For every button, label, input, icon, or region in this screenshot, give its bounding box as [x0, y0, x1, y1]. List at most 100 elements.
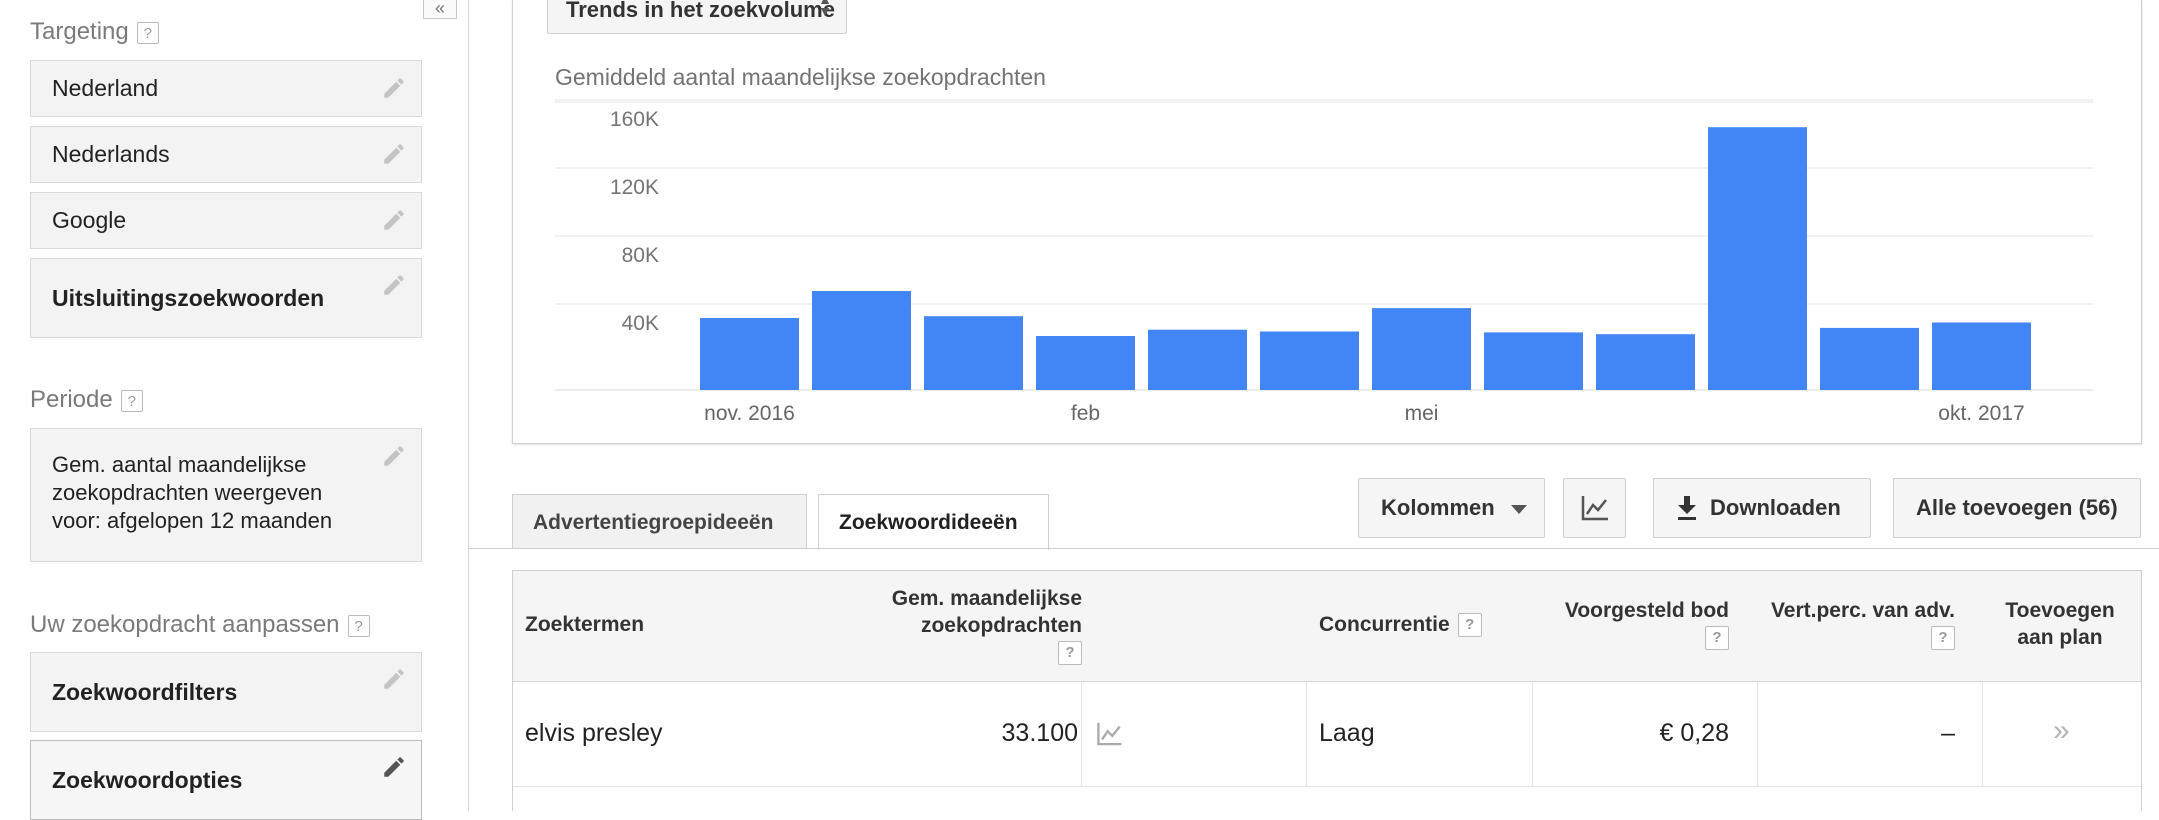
negative-keywords-label: Uitsluitingszoekwoorden	[52, 285, 325, 311]
trend-metric-select[interactable]: Trends in het zoekvolume ▲▼	[547, 0, 847, 34]
tab-adgroup-ideas[interactable]: Advertentiegroepideeën	[512, 494, 807, 548]
column-divider	[1982, 682, 1983, 786]
y-tick-label: 80K	[622, 244, 659, 267]
add-all-button[interactable]: Alle toevoegen (56)	[1893, 478, 2141, 538]
column-divider	[1757, 682, 1758, 786]
impression-share: –	[1941, 719, 1955, 747]
trend-metric-label: Trends in het zoekvolume	[566, 0, 835, 22]
chart-toggle-button[interactable]	[1563, 478, 1626, 538]
bar-chart: 40K 80K 120K 160K nov. 2016 feb mei okt. 2017	[555, 99, 2093, 425]
pencil-icon[interactable]	[381, 141, 407, 167]
tab-divider	[469, 548, 2159, 549]
periode-line: zoekopdrachten weergeven	[52, 480, 323, 505]
bar	[1148, 329, 1247, 390]
main-panel: Gemiddeld aantal maandelijkse zoekopdrac…	[469, 0, 2159, 811]
add-all-label: Alle toevoegen (56)	[1916, 495, 2118, 520]
tab-label: Zoekwoordideeën	[839, 511, 1018, 534]
header-impression-share[interactable]: Vert.perc. van adv. ?	[1715, 597, 1955, 651]
columns-label: Kolommen	[1381, 495, 1495, 520]
help-icon[interactable]: ?	[1931, 626, 1955, 651]
header-line: Gem. maandelijkse	[891, 587, 1082, 610]
bar	[812, 291, 911, 390]
header-avg-monthly[interactable]: Gem. maandelijkse zoekopdrachten ?	[822, 585, 1082, 666]
bar	[924, 316, 1023, 390]
pencil-icon[interactable]	[381, 666, 407, 692]
avg-monthly-searches: 33.100	[1001, 719, 1078, 747]
help-icon[interactable]: ?	[120, 389, 143, 412]
periode-setting[interactable]: Gem. aantal maandelijkse zoekopdrachten …	[30, 428, 422, 562]
double-chevron-left-icon: «	[434, 0, 445, 18]
sort-arrows-icon: ▲▼	[818, 0, 832, 19]
column-divider	[1081, 682, 1082, 786]
periode-line: Gem. aantal maandelijkse	[52, 452, 307, 477]
header-add-to-plan[interactable]: Toevoegen aan plan	[1977, 597, 2143, 651]
line-chart-icon	[1581, 496, 1608, 521]
periode-line: voor: afgelopen 12 maanden	[52, 508, 333, 533]
header-competition[interactable]: Concurrentie?	[1319, 611, 1482, 638]
aanpassen-title-label: Uw zoekopdracht aanpassen	[30, 611, 340, 638]
header-search-terms[interactable]: Zoektermen	[525, 611, 644, 638]
y-tick-label: 120K	[610, 176, 659, 199]
help-icon[interactable]: ?	[1457, 613, 1482, 638]
targeting-location[interactable]: Nederland	[30, 60, 422, 117]
targeting-title: Targeting?	[30, 18, 159, 46]
tab-label: Advertentiegroepideeën	[533, 511, 774, 534]
bar	[1708, 127, 1807, 390]
bar	[1596, 334, 1695, 390]
caret-down-icon	[1511, 505, 1527, 514]
keyword-filters-label: Zoekwoordfilters	[52, 679, 238, 705]
bar	[1932, 322, 2031, 390]
bar	[1484, 332, 1583, 390]
table-header: Zoektermen Gem. maandelijkse zoekopdrach…	[513, 571, 2141, 682]
keyword-filters[interactable]: Zoekwoordfilters	[30, 652, 422, 732]
help-icon[interactable]: ?	[136, 21, 159, 44]
bar	[1372, 308, 1471, 390]
keyword-term: elvis presley	[525, 719, 663, 747]
x-tick-label: nov. 2016	[704, 402, 795, 425]
download-icon	[1678, 496, 1696, 520]
header-line: zoekopdrachten	[920, 614, 1082, 637]
suggested-bid: € 0,28	[1659, 719, 1729, 747]
periode-description: Gem. aantal maandelijkse zoekopdrachten …	[52, 451, 332, 535]
add-to-plan-icon[interactable]: »	[2053, 714, 2070, 748]
keyword-table: Zoektermen Gem. maandelijkse zoekopdrach…	[512, 570, 2142, 811]
pencil-icon[interactable]	[381, 75, 407, 101]
help-icon[interactable]: ?	[1058, 641, 1082, 666]
bar	[1036, 336, 1135, 390]
header-suggested-bid[interactable]: Voorgesteld bod ?	[1489, 597, 1729, 651]
collapse-sidebar-button[interactable]: «	[423, 0, 457, 19]
x-tick-label: okt. 2017	[1938, 402, 2024, 425]
pencil-icon[interactable]	[381, 207, 407, 233]
targeting-network[interactable]: Google	[30, 192, 422, 249]
chart-card: Gemiddeld aantal maandelijkse zoekopdrac…	[512, 0, 2142, 444]
periode-title-label: Periode	[30, 386, 113, 413]
competition-value: Laag	[1319, 719, 1375, 747]
tab-keyword-ideas[interactable]: Zoekwoordideeën	[818, 494, 1049, 550]
column-divider	[1532, 682, 1533, 786]
header-line: Vert.perc. van adv.	[1770, 599, 1955, 622]
pencil-icon[interactable]	[381, 443, 407, 469]
download-button[interactable]: Downloaden	[1653, 478, 1871, 538]
targeting-title-label: Targeting	[30, 18, 129, 45]
bar	[700, 318, 799, 390]
targeting-language[interactable]: Nederlands	[30, 126, 422, 183]
sidebar: « Targeting? Nederland Nederlands Google…	[0, 0, 469, 820]
aanpassen-title: Uw zoekopdracht aanpassen?	[30, 611, 370, 639]
trend-chart-icon[interactable]	[1096, 722, 1123, 746]
pencil-icon[interactable]	[381, 272, 407, 298]
help-icon[interactable]: ?	[347, 614, 370, 637]
column-divider	[1306, 682, 1307, 786]
periode-title: Periode?	[30, 386, 143, 414]
keyword-options[interactable]: Zoekwoordopties	[30, 740, 422, 820]
header-line: Toevoegen	[2005, 599, 2115, 622]
pencil-icon[interactable]	[381, 754, 407, 780]
x-tick-label: mei	[1405, 402, 1439, 425]
negative-keywords[interactable]: Uitsluitingszoekwoorden	[30, 258, 422, 338]
y-tick-label: 160K	[610, 108, 659, 131]
bar	[1820, 327, 1919, 390]
targeting-language-label: Nederlands	[52, 141, 170, 167]
columns-button[interactable]: Kolommen	[1358, 478, 1545, 538]
header-line: Concurrentie	[1319, 613, 1450, 636]
header-line: Voorgesteld bod	[1564, 599, 1729, 622]
bar	[1260, 331, 1359, 390]
